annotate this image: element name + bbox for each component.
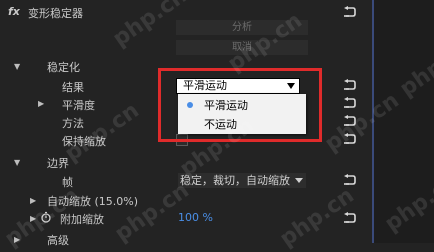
reset-icon[interactable] xyxy=(343,212,361,226)
stabilization-section-label: 稳定化 xyxy=(47,61,80,74)
highlight-box xyxy=(158,68,322,142)
additional-scale-value[interactable]: 100 % xyxy=(178,211,213,224)
expand-triangle-icon[interactable]: ▶ xyxy=(30,196,36,205)
timeline-panel xyxy=(372,0,434,243)
analyze-button[interactable]: 分析 xyxy=(176,20,308,35)
advanced-section-label: 高级 xyxy=(47,234,69,247)
collapse-triangle-icon[interactable]: ▼ xyxy=(14,62,20,71)
reset-icon[interactable] xyxy=(343,115,361,129)
method-label: 方法 xyxy=(62,117,84,130)
frame-label: 帧 xyxy=(62,176,73,189)
reset-icon[interactable] xyxy=(343,174,361,188)
chevron-down-icon[interactable] xyxy=(295,178,303,183)
reset-icon[interactable] xyxy=(343,79,361,93)
reset-icon[interactable] xyxy=(343,133,361,147)
cancel-button[interactable]: 取消 xyxy=(176,40,308,55)
fx-icon[interactable]: fx xyxy=(8,5,20,18)
frame-select-value: 稳定，裁切，自动缩放 xyxy=(180,174,290,187)
smoothness-label: 平滑度 xyxy=(62,99,95,112)
collapse-triangle-icon[interactable]: ▼ xyxy=(14,158,20,167)
panel-divider xyxy=(372,0,374,243)
border-section-label: 边界 xyxy=(47,157,69,170)
auto-scale-label: 自动缩放 (15.0%) xyxy=(47,195,139,208)
reset-icon[interactable] xyxy=(343,97,361,111)
result-label: 结果 xyxy=(62,81,84,94)
preserve-scale-label: 保持缩放 xyxy=(62,135,106,148)
stopwatch-icon[interactable] xyxy=(40,211,52,223)
expand-triangle-icon[interactable]: ▶ xyxy=(38,99,44,108)
reset-icon[interactable] xyxy=(343,6,361,20)
effect-title: 变形稳定器 xyxy=(28,7,83,20)
expand-triangle-icon[interactable]: ▶ xyxy=(30,214,36,223)
frame-select[interactable]: 稳定，裁切，自动缩放 xyxy=(178,173,306,188)
additional-scale-label: 附加缩放 xyxy=(60,213,104,226)
effect-header[interactable]: fx 变形稳定器 xyxy=(0,2,372,22)
